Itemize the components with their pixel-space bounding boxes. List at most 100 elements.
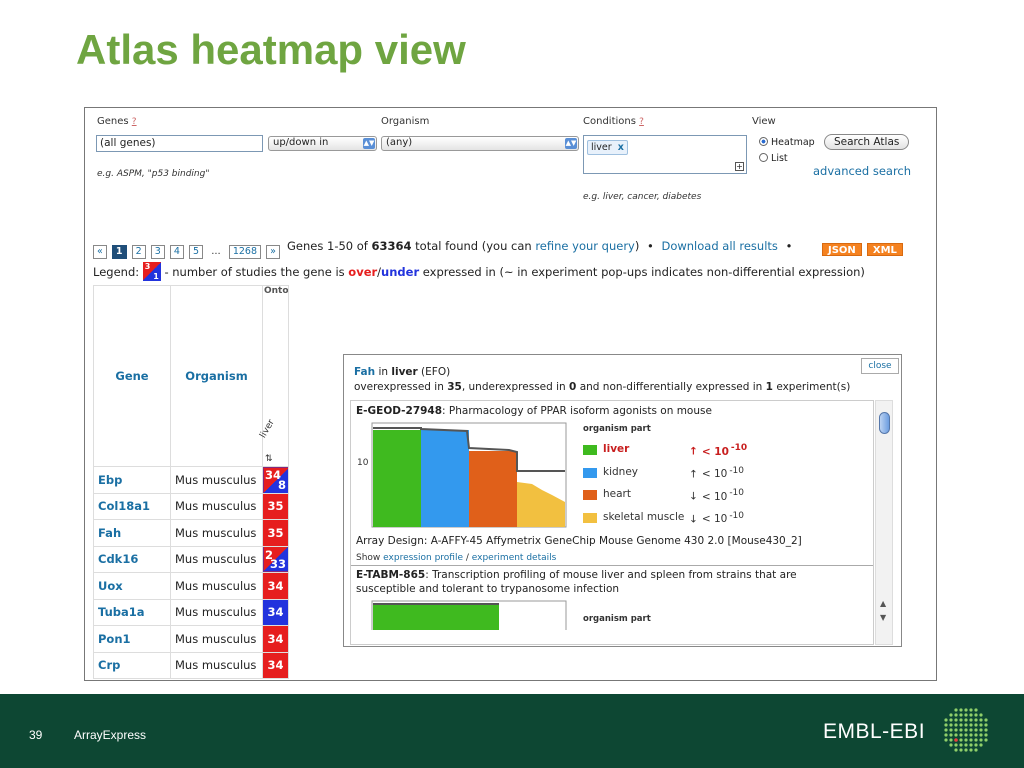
advanced-search-link[interactable]: advanced search	[813, 164, 911, 178]
chart2-bars	[373, 604, 499, 630]
pager-page-2[interactable]: 2	[131, 245, 146, 259]
logo-dot	[949, 713, 953, 717]
logo-dot	[984, 723, 988, 727]
logo-dot	[969, 708, 973, 712]
gene-link[interactable]: Ebp	[93, 466, 171, 494]
legend-item-pvalue: ↓ < 10 -10	[689, 511, 744, 526]
logo-dot	[979, 743, 983, 747]
pager-next[interactable]: »	[266, 245, 280, 259]
conditions-help-link[interactable]: ?	[639, 117, 644, 127]
scroll-down-icon[interactable]: ▼	[880, 613, 886, 622]
logo-dot	[969, 713, 973, 717]
logo-dot	[964, 728, 968, 732]
experiment-1-id[interactable]: E-GEOD-27948	[356, 405, 442, 417]
popup-summary: overexpressed in 35, underexpressed in 0…	[354, 381, 851, 393]
updown-select[interactable]: up/down in ▲▼	[268, 136, 377, 151]
heatmap-cell[interactable]: 34	[262, 625, 289, 653]
legend-swatch	[583, 467, 597, 478]
slide-footer: 39 ArrayExpress EMBL-EBI	[0, 694, 1024, 768]
xml-export-button[interactable]: XML	[866, 243, 903, 256]
legend-item-label: liver	[603, 443, 630, 455]
table-row: Col18a1 Mus musculus 35	[93, 492, 289, 520]
heatmap-cell[interactable]: 35	[262, 492, 289, 520]
gene-link[interactable]: Tuba1a	[93, 598, 171, 626]
json-export-button[interactable]: JSON	[822, 243, 862, 256]
remove-tag-icon[interactable]: x	[618, 142, 624, 153]
logo-dot	[984, 733, 988, 737]
conditions-input[interactable]: liver x +	[583, 135, 747, 174]
search-atlas-button[interactable]: Search Atlas	[824, 134, 910, 150]
popup-gene-link[interactable]: Fah	[354, 366, 375, 378]
experiment-1-title: E-GEOD-27948: Pharmacology of PPAR isofo…	[356, 405, 712, 417]
radio-selected-icon[interactable]	[759, 137, 768, 146]
logo-dot	[954, 713, 958, 717]
experiment-2-id[interactable]: E-TABM-865	[356, 569, 425, 581]
logo-dot	[964, 738, 968, 742]
expression-profile-chart: 10	[357, 422, 567, 528]
logo-dot	[974, 743, 978, 747]
pager-page-4[interactable]: 4	[169, 245, 184, 259]
refine-query-link[interactable]: refine your query	[535, 239, 635, 253]
logo-dot	[959, 718, 963, 722]
heatmap-table: Gene Organism Onto liver ⇅ Ebp Mus muscul…	[93, 285, 289, 679]
heatmap-cell[interactable]: 35	[262, 519, 289, 547]
logo-dot	[949, 733, 953, 737]
gene-link[interactable]: Crp	[93, 651, 171, 679]
heatmap-cell-split[interactable]: 34 8	[262, 466, 289, 494]
popup-scrollbar[interactable]: ▲ ▼	[875, 400, 893, 645]
bar-liver	[373, 430, 421, 527]
logo-dot	[979, 728, 983, 732]
column-header-gene[interactable]: Gene	[93, 285, 171, 467]
logo-dot	[964, 713, 968, 717]
logo-dot	[944, 723, 948, 727]
download-all-results-link[interactable]: Download all results	[661, 239, 777, 253]
under-count: 33	[269, 557, 286, 571]
logo-dot	[974, 718, 978, 722]
pager-page-1[interactable]: 1	[111, 245, 127, 259]
pager-last-page[interactable]: 1268	[228, 245, 262, 259]
sort-icon[interactable]: ⇅	[265, 454, 273, 464]
popup-close-button[interactable]: close	[861, 358, 899, 374]
genes-input[interactable]: (all genes)	[96, 135, 263, 152]
logo-dot	[954, 738, 958, 742]
gene-link[interactable]: Cdk16	[93, 545, 171, 573]
column-header-organism[interactable]: Organism	[170, 285, 263, 467]
pager-page-3[interactable]: 3	[150, 245, 165, 259]
expand-icon[interactable]: +	[735, 162, 744, 171]
organism-select[interactable]: (any) ▲▼	[381, 136, 579, 151]
expression-profile-link[interactable]: expression profile	[383, 553, 463, 563]
pager-prev[interactable]: «	[93, 245, 107, 259]
view-list-option[interactable]: List	[759, 153, 788, 164]
heatmap-cell[interactable]: 34	[262, 572, 289, 600]
organism-cell: Mus musculus	[170, 519, 263, 547]
scrollbar-thumb[interactable]	[879, 412, 890, 434]
gene-link[interactable]: Pon1	[93, 625, 171, 653]
pager-page-5[interactable]: 5	[189, 245, 204, 259]
bar-kidney	[421, 430, 469, 527]
direction-arrow-icon: ↑	[689, 468, 698, 480]
logo-dot	[954, 748, 958, 752]
logo-dot	[984, 738, 988, 742]
logo-dot	[979, 718, 983, 722]
heatmap-cell-split[interactable]: 2 33	[262, 545, 289, 573]
logo-dot	[954, 743, 958, 747]
scroll-up-icon[interactable]: ▲	[880, 599, 886, 608]
logo-dot	[969, 748, 973, 752]
logo-dot	[944, 718, 948, 722]
genes-label: Genes ?	[97, 116, 137, 127]
experiment-details-link[interactable]: experiment details	[472, 553, 557, 563]
radio-unselected-icon[interactable]	[759, 153, 768, 162]
pvalue-exponent: -10	[729, 465, 745, 476]
heatmap-cell[interactable]: 34	[262, 598, 289, 626]
view-heatmap-option[interactable]: Heatmap	[759, 137, 815, 148]
popup-experiment-list[interactable]: E-GEOD-27948: Pharmacology of PPAR isofo…	[350, 400, 874, 645]
gene-link[interactable]: Uox	[93, 572, 171, 600]
column-header-condition[interactable]: Onto liver ⇅	[258, 285, 289, 467]
genes-help-link[interactable]: ?	[132, 117, 137, 127]
logo-dot	[969, 743, 973, 747]
logo-dot	[974, 713, 978, 717]
legend-swatch: 3 1	[142, 262, 161, 281]
gene-link[interactable]: Col18a1	[93, 492, 171, 520]
gene-link[interactable]: Fah	[93, 519, 171, 547]
heatmap-cell[interactable]: 34	[262, 651, 289, 679]
